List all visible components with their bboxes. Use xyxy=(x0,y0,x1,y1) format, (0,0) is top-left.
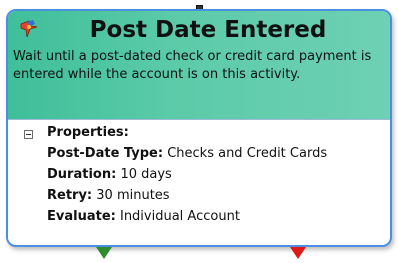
property-value: 30 minutes xyxy=(96,188,170,203)
property-key: Evaluate: xyxy=(47,209,116,224)
properties-heading: Properties: xyxy=(47,125,129,140)
property-key: Post-Date Type: xyxy=(47,146,164,161)
property-row: Post-Date Type: Checks and Credit Cards xyxy=(47,146,327,161)
property-value: 10 days xyxy=(120,167,172,182)
success-output-connector[interactable] xyxy=(96,247,112,259)
properties-panel: Properties: Post-Date Type: Checks and C… xyxy=(8,120,390,245)
property-key: Duration: xyxy=(47,167,117,182)
property-value: Checks and Credit Cards xyxy=(167,146,328,161)
property-row: Duration: 10 days xyxy=(47,167,172,182)
failure-output-connector[interactable] xyxy=(290,247,306,259)
node-title: Post Date Entered xyxy=(89,17,327,43)
collapse-toggle-icon[interactable] xyxy=(24,130,33,139)
property-row: Evaluate: Individual Account xyxy=(47,209,240,224)
property-key: Retry: xyxy=(47,188,93,203)
node-description: Wait until a post-dated check or credit … xyxy=(13,49,372,82)
node-header: Post Date Entered Wait until a post-date… xyxy=(8,11,390,120)
property-row: Retry: 30 minutes xyxy=(47,188,170,203)
activity-node[interactable]: Post Date Entered Wait until a post-date… xyxy=(6,9,392,247)
property-value: Individual Account xyxy=(119,209,240,224)
